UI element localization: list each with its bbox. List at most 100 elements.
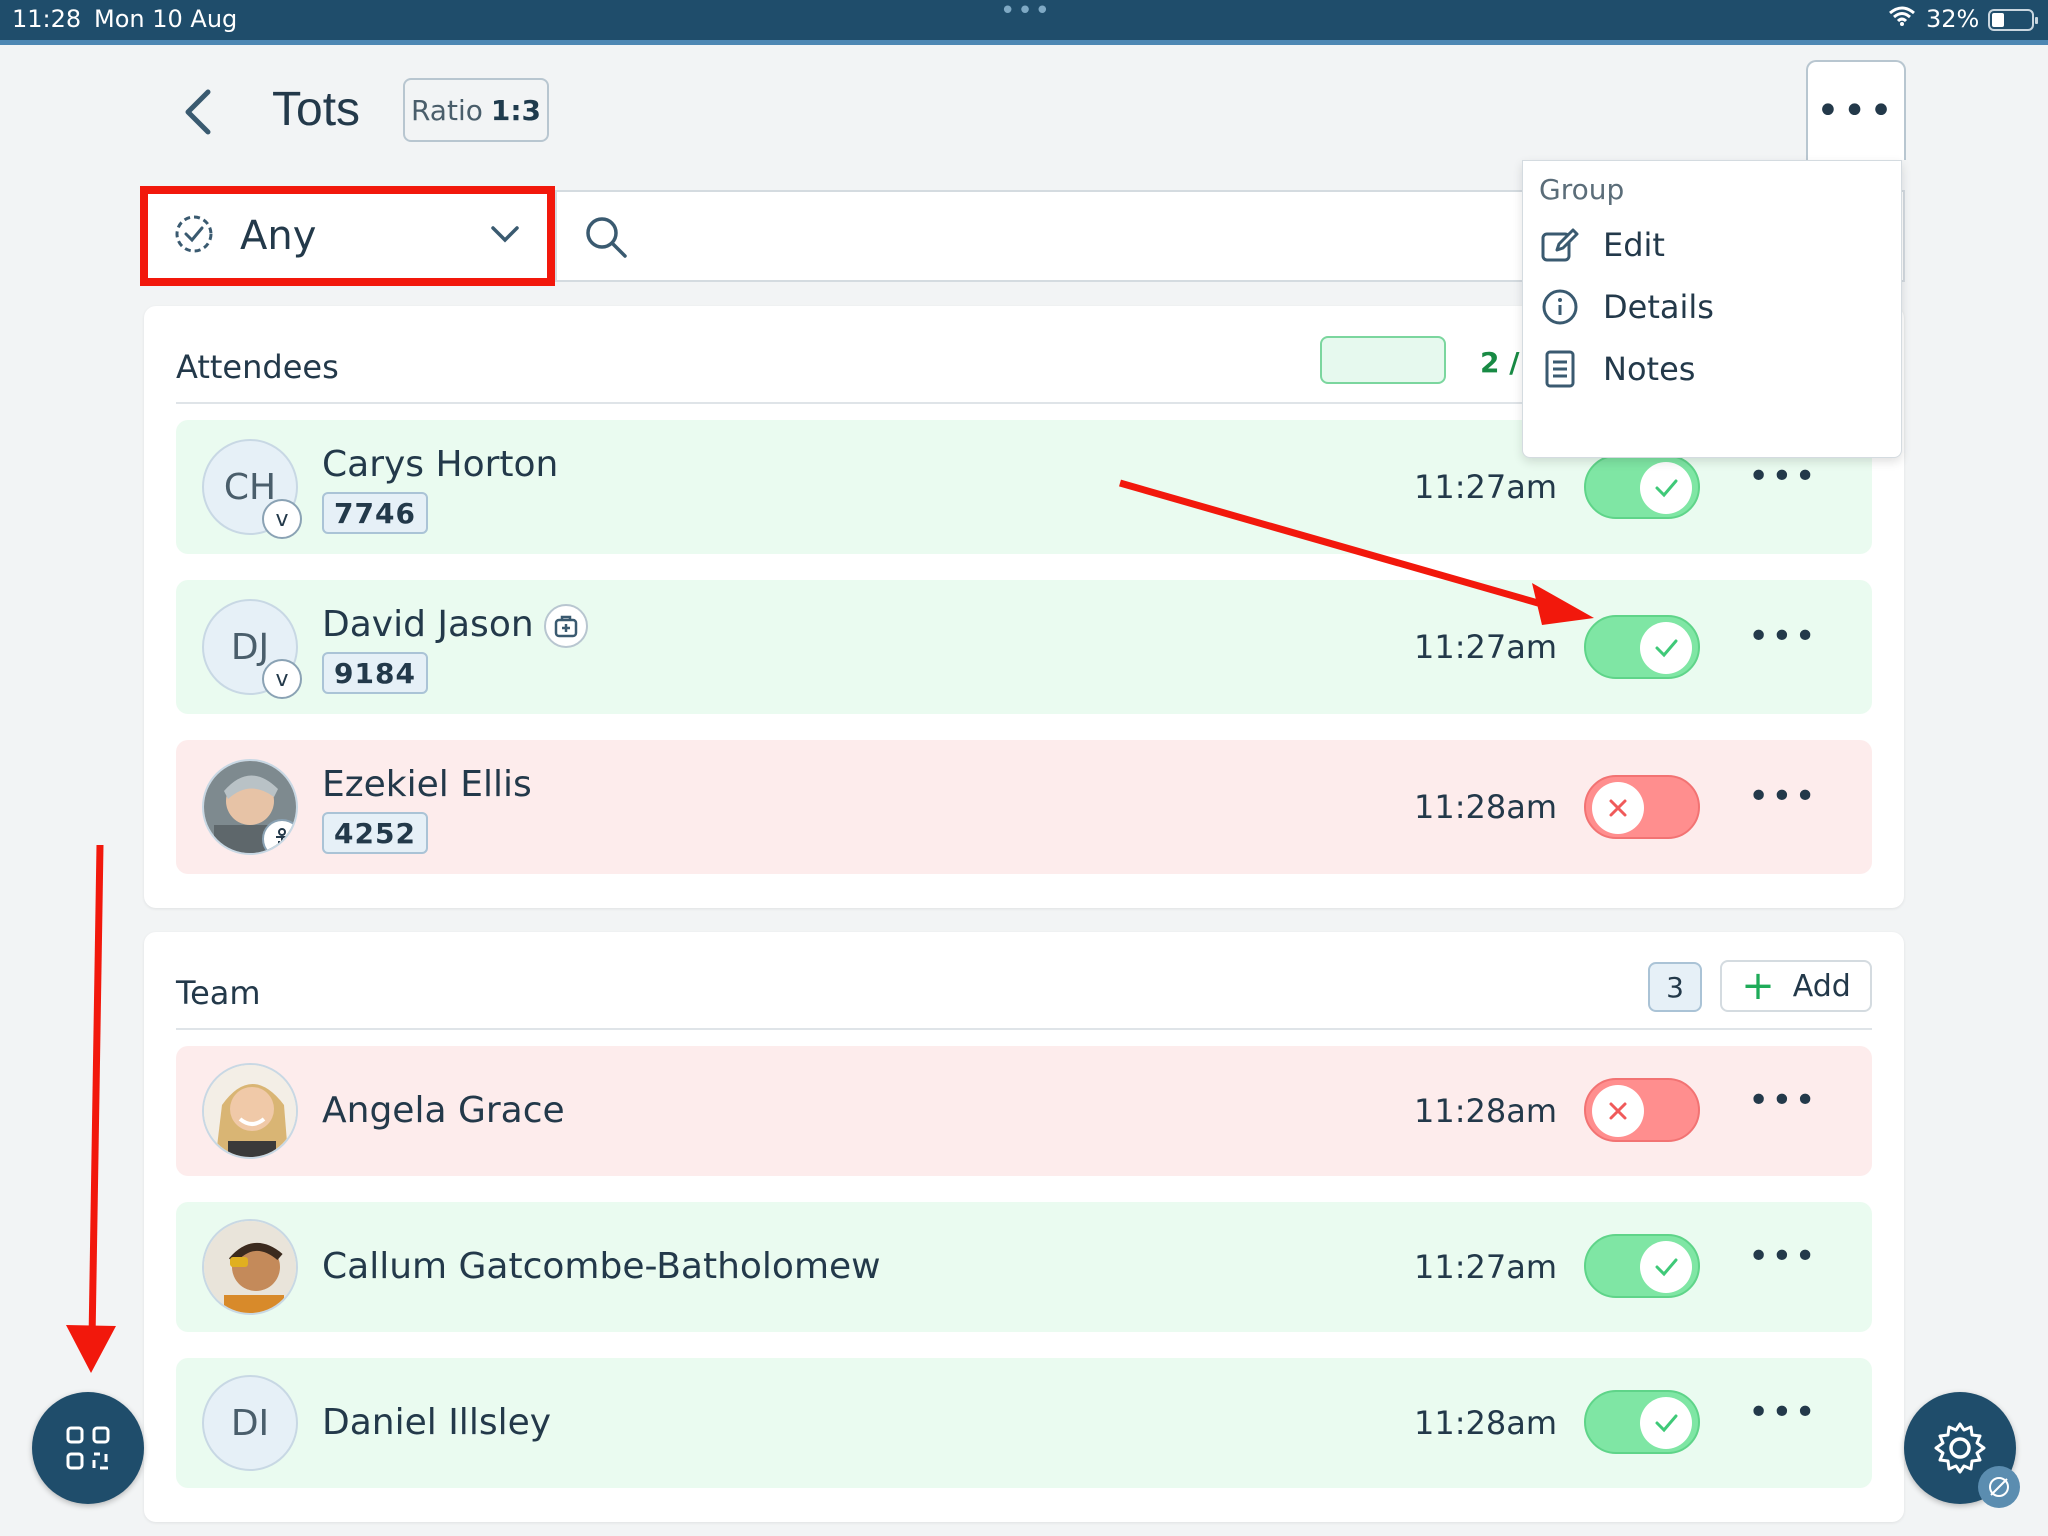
visitor-badge-icon: v bbox=[262, 659, 302, 699]
menu-item-label: Edit bbox=[1603, 226, 1665, 264]
attendee-row[interactable]: Ezekiel Ellis 4252 11:28am ••• bbox=[176, 740, 1872, 874]
person-name: Ezekiel Ellis bbox=[322, 764, 532, 805]
check-time: 11:28am bbox=[1414, 1404, 1557, 1442]
attendance-toggle[interactable] bbox=[1584, 1234, 1700, 1298]
battery-icon bbox=[1988, 9, 2038, 31]
menu-item-label: Notes bbox=[1603, 350, 1696, 388]
avatar-photo bbox=[202, 1063, 298, 1159]
row-more-button[interactable]: ••• bbox=[1748, 619, 1816, 662]
visitor-badge-icon: v bbox=[262, 499, 302, 539]
filter-value: Any bbox=[240, 213, 317, 259]
group-menu: Group Edit Details Notes bbox=[1522, 160, 1902, 458]
avatar: CH v bbox=[202, 439, 302, 539]
menu-heading: Group bbox=[1539, 173, 1625, 206]
attendance-count: 2 / bbox=[1480, 346, 1520, 379]
menu-item-label: Details bbox=[1603, 288, 1714, 326]
person-id: 4252 bbox=[322, 812, 428, 854]
avatar: DJ v bbox=[202, 599, 302, 699]
add-label: Add bbox=[1792, 968, 1851, 1004]
check-icon bbox=[1640, 1397, 1692, 1449]
child-badge-icon bbox=[262, 819, 296, 853]
qr-scan-button[interactable] bbox=[32, 1392, 144, 1504]
ratio-value: 1:3 bbox=[490, 93, 542, 127]
status-divider bbox=[0, 40, 2048, 45]
person-name: David Jason bbox=[322, 604, 534, 645]
row-more-button[interactable]: ••• bbox=[1748, 1239, 1816, 1282]
search-icon bbox=[583, 214, 629, 264]
attendance-toggle[interactable] bbox=[1584, 615, 1700, 679]
attendance-progress bbox=[1320, 336, 1446, 384]
divider bbox=[176, 1028, 1872, 1030]
row-more-button[interactable]: ••• bbox=[1748, 1395, 1816, 1438]
man-photo-icon bbox=[204, 1221, 296, 1313]
page-title: Tots bbox=[272, 83, 361, 136]
close-icon bbox=[1592, 1085, 1644, 1137]
menu-item-notes[interactable]: Notes bbox=[1539, 337, 1889, 401]
person-id: 9184 bbox=[322, 652, 428, 694]
search-input[interactable] bbox=[647, 202, 1647, 272]
plus-icon: + bbox=[1741, 963, 1775, 1009]
attendance-toggle[interactable] bbox=[1584, 1390, 1700, 1454]
team-row[interactable]: Angela Grace 11:28am ••• bbox=[176, 1046, 1872, 1176]
row-more-button[interactable]: ••• bbox=[1748, 459, 1816, 502]
back-button[interactable] bbox=[170, 82, 230, 142]
person-name: Callum Gatcombe-Batholomew bbox=[322, 1246, 881, 1287]
attendee-row[interactable]: DJ v David Jason 9184 11:27am ••• bbox=[176, 580, 1872, 714]
close-icon bbox=[1592, 782, 1644, 834]
person-name: Angela Grace bbox=[322, 1090, 565, 1131]
edit-icon bbox=[1541, 228, 1579, 262]
team-row[interactable]: Callum Gatcombe-Batholomew 11:27am ••• bbox=[176, 1202, 1872, 1332]
woman-photo-icon bbox=[204, 1065, 296, 1157]
check-time: 11:27am bbox=[1414, 1248, 1557, 1286]
wifi-icon bbox=[1888, 4, 1916, 34]
multitasking-dots-icon[interactable]: ••• bbox=[1000, 0, 1052, 26]
check-icon bbox=[1640, 1241, 1692, 1293]
check-icon bbox=[1640, 622, 1692, 674]
qr-code-icon bbox=[66, 1426, 110, 1470]
avatar-initials: CH bbox=[223, 466, 277, 508]
menu-item-details[interactable]: Details bbox=[1539, 275, 1889, 339]
team-heading: Team bbox=[176, 974, 261, 1012]
battery-percent: 32% bbox=[1926, 5, 1980, 33]
attendance-toggle[interactable] bbox=[1584, 775, 1700, 839]
avatar-initials: DI bbox=[230, 1402, 270, 1444]
attendance-toggle[interactable] bbox=[1584, 455, 1700, 519]
gear-icon bbox=[1934, 1422, 1986, 1474]
team-count: 3 bbox=[1648, 962, 1702, 1012]
chevron-left-icon bbox=[185, 89, 211, 135]
check-time: 11:28am bbox=[1414, 1092, 1557, 1130]
avatar-photo bbox=[202, 1219, 298, 1315]
attendance-toggle[interactable] bbox=[1584, 1078, 1700, 1142]
avatar-initials: DJ bbox=[230, 626, 270, 668]
notes-icon bbox=[1545, 350, 1575, 388]
ratio-badge: Ratio 1:3 bbox=[403, 78, 549, 142]
status-time: 11:28 bbox=[12, 5, 82, 33]
menu-item-edit[interactable]: Edit bbox=[1539, 213, 1889, 277]
status-bar: 11:28 Mon 10 Aug ••• 32% bbox=[0, 0, 2048, 40]
add-team-member-button[interactable]: + Add bbox=[1720, 960, 1872, 1012]
person-name: Carys Horton bbox=[322, 444, 559, 485]
team-card: Team 3 + Add Angela Grace 11:28am ••• Ca… bbox=[144, 932, 1904, 1522]
row-more-button[interactable]: ••• bbox=[1748, 1083, 1816, 1126]
check-time: 11:27am bbox=[1414, 468, 1557, 506]
group-more-button[interactable]: ••• bbox=[1806, 60, 1906, 160]
medical-icon[interactable] bbox=[544, 604, 588, 648]
row-more-button[interactable]: ••• bbox=[1748, 779, 1816, 822]
annotation-arrow-qr bbox=[66, 844, 116, 1373]
person-name: Daniel Illsley bbox=[322, 1402, 552, 1443]
offline-sync-icon bbox=[1978, 1466, 2020, 1508]
check-time: 11:28am bbox=[1414, 788, 1557, 826]
status-filter-dropdown[interactable]: Any bbox=[140, 186, 555, 286]
check-icon bbox=[1640, 462, 1692, 514]
info-icon bbox=[1542, 289, 1578, 325]
check-circle-icon bbox=[172, 212, 216, 260]
avatar: DI bbox=[202, 1375, 298, 1471]
chevron-down-icon bbox=[487, 216, 523, 256]
avatar-photo bbox=[202, 759, 298, 855]
check-time: 11:27am bbox=[1414, 628, 1557, 666]
team-row[interactable]: DI Daniel Illsley 11:28am ••• bbox=[176, 1358, 1872, 1488]
attendees-heading: Attendees bbox=[176, 348, 339, 386]
ratio-prefix: Ratio bbox=[410, 93, 483, 127]
status-date: Mon 10 Aug bbox=[94, 5, 238, 33]
person-id: 7746 bbox=[322, 492, 428, 534]
